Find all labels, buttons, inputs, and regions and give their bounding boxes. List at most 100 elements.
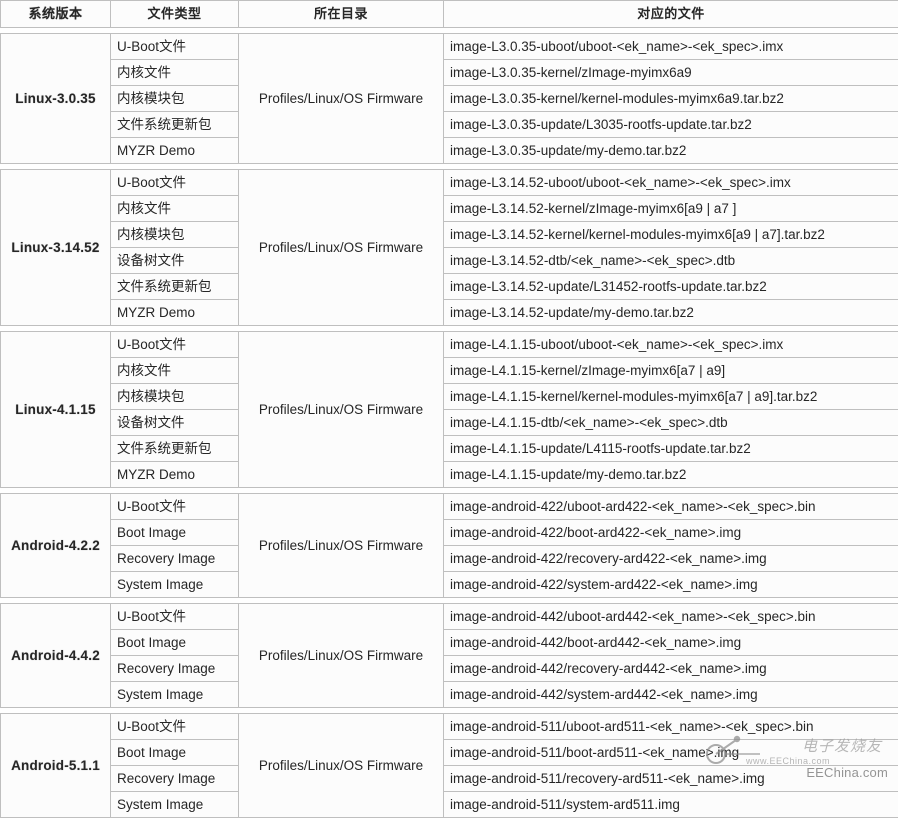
file-type-cell: Recovery Image	[111, 656, 239, 682]
file-path-cell: image-android-442/uboot-ard442-<ek_name>…	[444, 604, 898, 630]
firmware-table-sheet: 系统版本 文件类型 所在目录 对应的文件 Linux-3.0.35U-Boot文…	[0, 0, 898, 784]
file-type-cell: 文件系统更新包	[111, 112, 239, 138]
file-type-cell: MYZR Demo	[111, 300, 239, 326]
file-type-cell: Recovery Image	[111, 546, 239, 572]
file-path-cell: image-L3.14.52-uboot/uboot-<ek_name>-<ek…	[444, 170, 898, 196]
table-row: Boot Imageimage-android-511/boot-ard511-…	[1, 740, 898, 766]
table-row: System Image image-android-511/system-ard…	[1, 792, 898, 818]
file-type-cell: 内核模块包	[111, 384, 239, 410]
file-path-cell: image-L4.1.15-update/my-demo.tar.bz2	[444, 462, 898, 488]
file-path-cell: image-L3.14.52-kernel/kernel-modules-myi…	[444, 222, 898, 248]
firmware-group-table: Linux-3.0.35U-Boot文件Profiles/Linux/OS Fi…	[0, 33, 898, 164]
file-type-cell: 内核模块包	[111, 86, 239, 112]
table-row: Recovery Image image-android-422/recovery…	[1, 546, 898, 572]
table-row: 内核文件 image-L3.14.52-kernel/zImage-myimx6[…	[1, 196, 898, 222]
file-type-cell: MYZR Demo	[111, 138, 239, 164]
file-type-cell: Recovery Image	[111, 766, 239, 792]
firmware-group-table: Android-5.1.1U-Boot文件Profiles/Linux/OS F…	[0, 713, 898, 818]
version-cell: Android-4.4.2	[1, 604, 111, 708]
file-path-cell: image-L3.0.35-kernel/kernel-modules-myim…	[444, 86, 898, 112]
table-row: 设备树文件 image-L4.1.15-dtb/<ek_name>-<ek_spe…	[1, 410, 898, 436]
firmware-group-table: Linux-3.14.52U-Boot文件Profiles/Linux/OS F…	[0, 169, 898, 326]
table-row: Android-5.1.1U-Boot文件Profiles/Linux/OS F…	[1, 714, 898, 740]
header-cell-system-version: 系统版本	[1, 1, 111, 28]
file-path-cell: image-L4.1.15-update/L4115-rootfs-update…	[444, 436, 898, 462]
file-path-cell: image-android-422/system-ard422-<ek_name…	[444, 572, 898, 598]
table-row: MYZR Demo image-L4.1.15-update/my-demo.ta…	[1, 462, 898, 488]
file-type-cell: U-Boot文件	[111, 170, 239, 196]
file-type-cell: U-Boot文件	[111, 604, 239, 630]
directory-cell: Profiles/Linux/OS Firmware	[239, 34, 444, 164]
directory-cell: Profiles/Linux/OS Firmware	[239, 714, 444, 818]
file-type-cell: Boot Image	[111, 630, 239, 656]
table-row: MYZR Demoimage-L3.0.35-update/my-demo.ta…	[1, 138, 898, 164]
table-row: System Image image-android-422/system-ard…	[1, 572, 898, 598]
table-row: 文件系统更新包 image-L4.1.15-update/L4115-rootfs…	[1, 436, 898, 462]
file-path-cell: image-L4.1.15-kernel/kernel-modules-myim…	[444, 384, 898, 410]
header-cell-directory: 所在目录	[239, 1, 444, 28]
directory-cell: Profiles/Linux/OS Firmware	[239, 332, 444, 488]
table-row: 内核文件image-L4.1.15-kernel/zImage-myimx6[a…	[1, 358, 898, 384]
table-row: Boot Image image-android-422/boot-ard422-…	[1, 520, 898, 546]
file-type-cell: U-Boot文件	[111, 332, 239, 358]
table-row: Android-4.2.2U-Boot文件Profiles/Linux/OS F…	[1, 494, 898, 520]
firmware-table: 系统版本 文件类型 所在目录 对应的文件	[0, 0, 898, 28]
file-type-cell: 内核文件	[111, 60, 239, 86]
table-header-row: 系统版本 文件类型 所在目录 对应的文件	[1, 1, 898, 28]
version-cell: Android-4.2.2	[1, 494, 111, 598]
file-path-cell: image-android-511/uboot-ard511-<ek_name>…	[444, 714, 898, 740]
file-type-cell: 内核文件	[111, 196, 239, 222]
file-path-cell: image-L3.14.52-kernel/zImage-myimx6[a9 |…	[444, 196, 898, 222]
table-row: Linux-3.0.35U-Boot文件Profiles/Linux/OS Fi…	[1, 34, 898, 60]
file-type-cell: MYZR Demo	[111, 462, 239, 488]
file-type-cell: Boot Image	[111, 740, 239, 766]
version-cell: Android-5.1.1	[1, 714, 111, 818]
table-row: Recovery Image image-android-511/recovery…	[1, 766, 898, 792]
file-path-cell: image-android-422/boot-ard422-<ek_name>.…	[444, 520, 898, 546]
file-path-cell: image-L4.1.15-kernel/zImage-myimx6[a7 | …	[444, 358, 898, 384]
table-row: Linux-4.1.15U-Boot文件Profiles/Linux/OS Fi…	[1, 332, 898, 358]
file-path-cell: image-L3.0.35-uboot/uboot-<ek_name>-<ek_…	[444, 34, 898, 60]
table-row: 内核文件 image-L3.0.35-kernel/zImage-myimx6a9	[1, 60, 898, 86]
firmware-group-table: Android-4.4.2U-Boot文件Profiles/Linux/OS F…	[0, 603, 898, 708]
file-type-cell: System Image	[111, 682, 239, 708]
file-type-cell: System Image	[111, 572, 239, 598]
file-path-cell: image-android-511/system-ard511.img	[444, 792, 898, 818]
table-row: 设备树文件image-L3.14.52-dtb/<ek_name>-<ek_sp…	[1, 248, 898, 274]
directory-cell: Profiles/Linux/OS Firmware	[239, 604, 444, 708]
header-cell-file-type: 文件类型	[111, 1, 239, 28]
version-cell: Linux-3.14.52	[1, 170, 111, 326]
file-type-cell: U-Boot文件	[111, 494, 239, 520]
file-type-cell: 文件系统更新包	[111, 274, 239, 300]
file-type-cell: U-Boot文件	[111, 714, 239, 740]
file-path-cell: image-android-422/recovery-ard422-<ek_na…	[444, 546, 898, 572]
file-path-cell: image-L3.0.35-kernel/zImage-myimx6a9	[444, 60, 898, 86]
table-row: Recovery Image image-android-442/recovery…	[1, 656, 898, 682]
file-path-cell: image-L4.1.15-uboot/uboot-<ek_name>-<ek_…	[444, 332, 898, 358]
file-path-cell: image-L3.14.52-dtb/<ek_name>-<ek_spec>.d…	[444, 248, 898, 274]
firmware-table-body: 系统版本 文件类型 所在目录 对应的文件	[1, 1, 898, 28]
file-type-cell: System Image	[111, 792, 239, 818]
version-cell: Linux-4.1.15	[1, 332, 111, 488]
file-type-cell: 设备树文件	[111, 410, 239, 436]
file-path-cell: image-android-422/uboot-ard422-<ek_name>…	[444, 494, 898, 520]
table-row: Android-4.4.2U-Boot文件Profiles/Linux/OS F…	[1, 604, 898, 630]
file-path-cell: image-L3.14.52-update/L31452-rootfs-upda…	[444, 274, 898, 300]
file-path-cell: image-android-511/recovery-ard511-<ek_na…	[444, 766, 898, 792]
file-path-cell: image-L4.1.15-dtb/<ek_name>-<ek_spec>.dt…	[444, 410, 898, 436]
firmware-group-table: Linux-4.1.15U-Boot文件Profiles/Linux/OS Fi…	[0, 331, 898, 488]
file-type-cell: 文件系统更新包	[111, 436, 239, 462]
table-row: System Image image-android-442/system-ard…	[1, 682, 898, 708]
table-row: 内核模块包 image-L4.1.15-kernel/kernel-modules…	[1, 384, 898, 410]
file-path-cell: image-L3.0.35-update/L3035-rootfs-update…	[444, 112, 898, 138]
file-path-cell: image-android-442/system-ard442-<ek_name…	[444, 682, 898, 708]
table-row: 文件系统更新包 image-L3.14.52-update/L31452-root…	[1, 274, 898, 300]
file-path-cell: image-android-442/recovery-ard442-<ek_na…	[444, 656, 898, 682]
table-row: MYZR Demoimage-L3.14.52-update/my-demo.t…	[1, 300, 898, 326]
table-row: 文件系统更新包 image-L3.0.35-update/L3035-rootfs…	[1, 112, 898, 138]
directory-cell: Profiles/Linux/OS Firmware	[239, 494, 444, 598]
firmware-group-table: Android-4.2.2U-Boot文件Profiles/Linux/OS F…	[0, 493, 898, 598]
file-type-cell: U-Boot文件	[111, 34, 239, 60]
table-row: 内核模块包image-L3.14.52-kernel/kernel-module…	[1, 222, 898, 248]
file-type-cell: Boot Image	[111, 520, 239, 546]
